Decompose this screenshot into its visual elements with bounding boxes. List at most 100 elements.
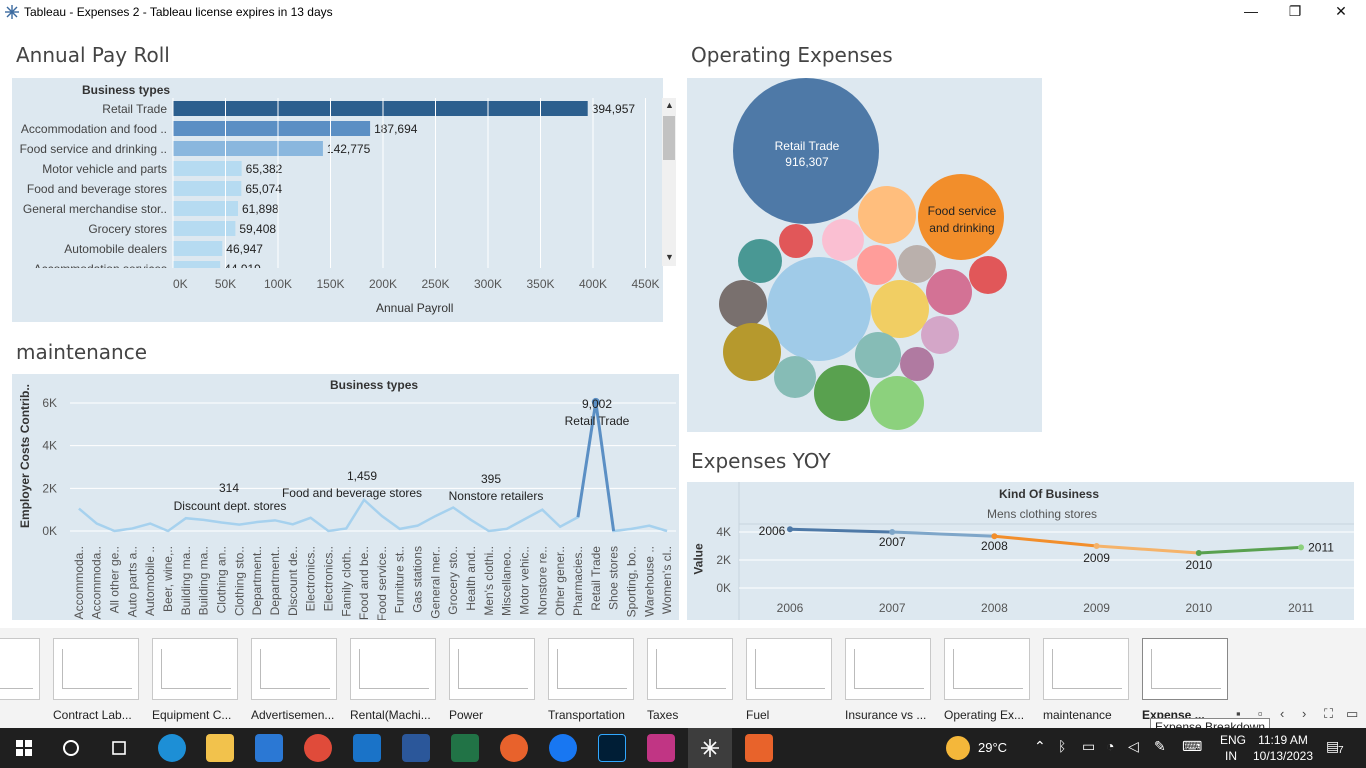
keyboard-icon[interactable]: ⌨ — [1182, 738, 1202, 755]
sheet-thumbnail[interactable] — [350, 638, 436, 700]
clock-date[interactable]: 10/13/2023 — [1251, 749, 1315, 763]
yoy-sheet-title: Expenses YOY — [691, 449, 831, 473]
yoy-x-tick: 2008 — [981, 601, 1008, 615]
sheet-thumbnail[interactable] — [53, 638, 139, 700]
restore-button[interactable]: ❐ — [1272, 0, 1318, 24]
maintenance-category-label: Retail Trade — [589, 546, 603, 611]
sheet-thumbnail[interactable] — [647, 638, 733, 700]
yoy-line-segment — [892, 530, 995, 538]
tableau-logo-icon — [5, 5, 19, 19]
sheet-tab-label[interactable]: maintenance — [1043, 708, 1135, 722]
sheet-tab-label[interactable]: y R... — [0, 708, 46, 722]
scroll-left-icon[interactable]: ‹ — [1280, 706, 1284, 721]
fit-icon[interactable]: ⛶ — [1324, 706, 1333, 722]
firefox-icon[interactable] — [500, 734, 528, 762]
maintenance-category-label: Women's cl.. — [660, 546, 674, 614]
edge-icon[interactable] — [158, 734, 186, 762]
sheet-thumbnail[interactable] — [746, 638, 832, 700]
sheet-thumbnail[interactable] — [548, 638, 634, 700]
maintenance-annotation-value: 395 — [481, 472, 501, 486]
sheet-thumbnail[interactable] — [251, 638, 337, 700]
payroll-bar — [173, 221, 236, 236]
battery-icon[interactable]: ▭ — [1082, 738, 1095, 755]
task-view-icon[interactable] — [110, 739, 128, 757]
maintenance-category-label: Sporting, bo.. — [624, 546, 638, 617]
search-icon[interactable] — [62, 739, 80, 757]
language-line1[interactable]: ENG — [1220, 733, 1246, 747]
sheet-tab-label[interactable]: Fuel — [746, 708, 838, 722]
yoy-chart: 4K 2K 0K 2006 2006 2007 2007 2008 2008 2009 2009 20… — [716, 482, 1354, 620]
maintenance-y-tick: 0K — [42, 524, 57, 538]
tableau-taskbar-button[interactable] — [688, 728, 732, 768]
volume-icon[interactable]: ◁ — [1128, 738, 1139, 755]
pen-icon[interactable]: ✎ — [1154, 738, 1166, 755]
payroll-scrollbar[interactable]: ▲ ▼ — [662, 98, 676, 266]
scroll-right-icon[interactable]: › — [1302, 706, 1306, 721]
maintenance-category-label: Building ma.. — [197, 546, 211, 615]
sheet-tab-label[interactable]: Equipment C... — [152, 708, 244, 722]
scrollbar-thumb[interactable] — [663, 116, 675, 160]
sheet-thumbnail[interactable] — [944, 638, 1030, 700]
payroll-chart: Retail Trade 394,957 Accommodation and foo… — [20, 98, 660, 291]
app-icon[interactable] — [745, 734, 773, 762]
scroll-down-icon[interactable]: ▼ — [665, 252, 674, 262]
sheet-thumbnail[interactable] — [1043, 638, 1129, 700]
chrome-icon[interactable] — [304, 734, 332, 762]
yoy-line-segment — [994, 534, 1097, 548]
payroll-axis-title: Annual Payroll — [376, 301, 454, 315]
maintenance-category-label: Automobile .. — [143, 546, 157, 616]
weather-icon — [946, 736, 970, 760]
sheet-tab-label[interactable]: Advertisemen... — [251, 708, 343, 722]
sheet-tab-label[interactable]: Contract Lab... — [53, 708, 145, 722]
sheet-thumbnail[interactable] — [1142, 638, 1228, 700]
sheet-tab-label[interactable]: Power — [449, 708, 541, 722]
sheet-tab-label[interactable]: Transportation — [548, 708, 640, 722]
mail-icon[interactable] — [353, 734, 381, 762]
wifi-icon[interactable]: ◔ — [1106, 738, 1114, 754]
close-button[interactable]: ✕ — [1318, 0, 1364, 24]
sheet-thumbnail[interactable] — [0, 638, 40, 700]
thumbnail-chart-preview — [953, 649, 1023, 689]
tray-chevron-icon[interactable]: ⌃ — [1034, 738, 1046, 755]
yoy-line-segment — [1096, 544, 1199, 555]
bubble-mark — [900, 347, 934, 381]
word-icon[interactable] — [402, 734, 430, 762]
yoy-x-tick: 2007 — [879, 601, 906, 615]
excel-icon[interactable] — [451, 734, 479, 762]
thumbnail-chart-preview — [1151, 649, 1221, 689]
sheet-tab-label[interactable]: Insurance vs ... — [845, 708, 937, 722]
clock-time[interactable]: 11:19 AM — [1253, 733, 1313, 747]
yoy-x-tick: 2009 — [1083, 601, 1110, 615]
payroll-category-label: Retail Trade — [102, 102, 167, 116]
sheet-tab-label[interactable]: Taxes — [647, 708, 739, 722]
maintenance-category-label: Discount de.. — [286, 546, 300, 616]
yoy-x-tick: 2006 — [777, 601, 804, 615]
store-icon[interactable] — [255, 734, 283, 762]
present-icon[interactable]: ▭ — [1346, 706, 1358, 722]
payroll-value-label: 44,919 — [224, 262, 261, 276]
payroll-bar — [173, 101, 588, 116]
sheet-thumbnail[interactable] — [845, 638, 931, 700]
scroll-up-icon[interactable]: ▲ — [665, 100, 674, 110]
instagram-icon[interactable] — [647, 734, 675, 762]
bluetooth-icon[interactable]: ᛒ — [1058, 738, 1066, 754]
payroll-category-label: Food service and drinking .. — [20, 142, 167, 156]
facebook-icon[interactable] — [549, 734, 577, 762]
sheet-tab-label[interactable]: Rental(Machi... — [350, 708, 442, 722]
minimize-button[interactable]: — — [1228, 0, 1274, 24]
maintenance-annotation-label: Discount dept. stores — [174, 499, 287, 513]
sheet-thumbnail[interactable] — [449, 638, 535, 700]
sheet-tab-label[interactable]: Operating Ex... — [944, 708, 1036, 722]
yoy-point — [1093, 543, 1100, 549]
bubble-mark — [870, 376, 924, 430]
yoy-point-label: 2008 — [981, 539, 1008, 553]
windows-start-icon[interactable] — [16, 740, 32, 756]
photoshop-icon[interactable] — [598, 734, 626, 762]
language-line2[interactable]: IN — [1225, 749, 1237, 763]
sheet-thumbnail[interactable] — [152, 638, 238, 700]
bubble-chart — [719, 78, 1007, 430]
maintenance-chart: 6K 4K 2K 0K Accommoda.. Accommoda.. All other … — [42, 396, 676, 620]
bubble-food-line2: and drinking — [929, 221, 995, 235]
maintenance-category-label: Electronics.. — [304, 546, 318, 611]
file-explorer-icon[interactable] — [206, 734, 234, 762]
